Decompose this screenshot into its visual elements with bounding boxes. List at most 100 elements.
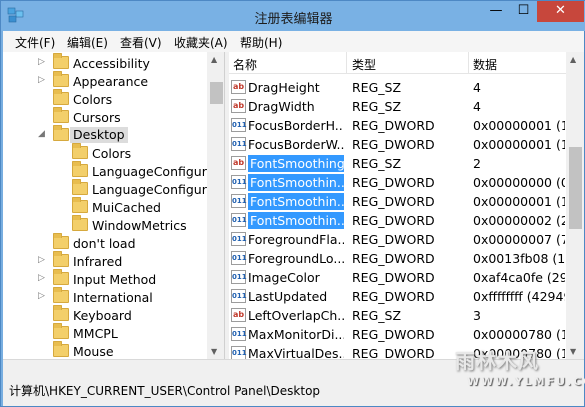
folder-icon	[72, 161, 88, 177]
tree-item[interactable]: don't load	[3, 233, 209, 252]
expand-arrow-icon[interactable]: ▷	[38, 255, 48, 265]
tree-item[interactable]: Mouse	[3, 341, 209, 359]
value-type: REG_DWORD	[352, 232, 435, 247]
tree-item-label: Cursors	[73, 110, 121, 125]
title-bar[interactable]: 注册表编辑器 — ☐ ✕	[1, 1, 585, 31]
folder-icon	[53, 305, 69, 321]
table-row[interactable]: ab FontSmoothing REG_SZ 2	[229, 154, 566, 173]
tree-item[interactable]: Colors	[3, 89, 209, 108]
column-header-name[interactable]: 名称	[233, 56, 257, 73]
tree-item[interactable]: ▷ Accessibility	[3, 53, 209, 72]
collapse-arrow-icon[interactable]: ◢	[38, 129, 48, 139]
column-header-type[interactable]: 类型	[352, 56, 376, 73]
table-row[interactable]: 011 FontSmoothin... REG_DWORD 0x00000000 (0…	[229, 173, 566, 192]
value-data: 3	[473, 308, 481, 323]
list-scrollbar[interactable]: ▲ ▼	[566, 52, 584, 359]
table-row[interactable]: 011 ForegroundLo... REG_DWORD 0x0013fb08 (1…	[229, 249, 566, 268]
tree-item[interactable]: MMCPL	[3, 323, 209, 342]
tree-scroll-thumb[interactable]	[210, 82, 223, 104]
value-name: MaxMonitorDi...	[248, 327, 344, 342]
tree-item[interactable]: ▷ Input Method	[3, 269, 209, 288]
binary-value-icon: 011	[231, 118, 247, 132]
folder-icon	[53, 53, 69, 69]
menu-favorites[interactable]: 收藏夹(A)	[174, 34, 228, 51]
tree-item-label: MuiCached	[92, 200, 161, 215]
tree-item[interactable]: ▷ Infrared	[3, 251, 209, 270]
value-data: 0x0013fb08 (13	[473, 251, 565, 266]
value-data: 0x00000007 (7)	[473, 232, 565, 247]
binary-value-icon: 011	[231, 251, 247, 265]
value-data: 0x00000001 (1)	[473, 118, 565, 133]
binary-value-icon: 011	[231, 289, 247, 303]
tree-item[interactable]: LanguageConfigura	[3, 179, 215, 198]
value-type: REG_DWORD	[352, 289, 435, 304]
menu-file[interactable]: 文件(F)	[15, 34, 55, 51]
menu-edit[interactable]: 编辑(E)	[67, 34, 108, 51]
value-name: LeftOverlapCh...	[248, 308, 344, 323]
table-row[interactable]: 011ImageColor REG_DWORD 0xaf4ca0fe (294	[229, 268, 566, 287]
tree-item[interactable]: Keyboard	[3, 305, 209, 324]
close-button[interactable]: ✕	[537, 1, 584, 22]
binary-value-icon: 011	[231, 346, 247, 359]
value-data: 4	[473, 80, 481, 95]
tree-item[interactable]: MuiCached	[3, 197, 209, 216]
tree-item[interactable]: LanguageConfigura	[3, 161, 215, 180]
expand-arrow-icon[interactable]: ▷	[38, 75, 48, 85]
value-name: ImageColor	[248, 270, 320, 285]
folder-icon	[72, 197, 88, 213]
table-row[interactable]: 011 FocusBorderH... REG_DWORD 0x00000001 (1…	[229, 116, 566, 135]
tree-item-label: MMCPL	[73, 326, 118, 341]
tree-item[interactable]: Colors	[3, 143, 209, 162]
binary-value-icon: 011	[231, 137, 247, 151]
value-data: 0x00000002 (2)	[473, 213, 565, 228]
table-row[interactable]: 011 FontSmoothin... REG_DWORD 0x00000002 (2…	[229, 211, 566, 230]
binary-value-icon: 011	[231, 213, 247, 227]
value-name: FontSmoothing	[248, 155, 344, 172]
key-tree-pane[interactable]: ▷ Accessibility ▷ Appearance Colors Cursors ◢ D…	[3, 52, 225, 359]
column-divider[interactable]	[346, 52, 347, 74]
tree-item-label: Colors	[73, 92, 113, 107]
column-header-data[interactable]: 数据	[473, 56, 497, 73]
value-data: 0x00000001 (1)	[473, 194, 565, 209]
expand-arrow-icon[interactable]: ▷	[38, 291, 48, 301]
value-data: 0xffffffff (42949	[473, 289, 565, 304]
table-row[interactable]: 011 FocusBorderW... REG_DWORD 0x00000001 (1…	[229, 135, 566, 154]
value-type: REG_SZ	[352, 99, 402, 114]
maximize-button[interactable]: ☐	[510, 1, 537, 22]
values-list-pane[interactable]: 名称 类型 数据 ab DragHeight REG_SZ 4 ab DragWidth R…	[229, 52, 584, 359]
folder-icon	[72, 215, 88, 231]
tree-item[interactable]: ◢ Desktop	[3, 125, 209, 144]
tree-item-label: Desktop	[70, 127, 128, 143]
table-row[interactable]: ab LeftOverlapCh... REG_SZ 3	[229, 306, 566, 325]
menu-help[interactable]: 帮助(H)	[240, 34, 282, 51]
table-row[interactable]: 011 ForegroundFla... REG_DWORD 0x00000007 (…	[229, 230, 566, 249]
scroll-down-arrow-icon[interactable]: ▼	[211, 347, 217, 356]
tree-item[interactable]: ▷ Appearance	[3, 71, 209, 90]
table-row[interactable]: ab DragWidth REG_SZ 4	[229, 97, 566, 116]
string-value-icon: ab	[231, 156, 246, 170]
folder-icon	[53, 341, 69, 357]
tree-item-label: Input Method	[73, 272, 157, 287]
tree-item[interactable]: ▷ International	[3, 287, 209, 306]
tree-scrollbar[interactable]: ▲ ▼	[207, 52, 224, 359]
value-name: FocusBorderW...	[248, 137, 344, 152]
expand-arrow-icon[interactable]: ▷	[38, 57, 48, 67]
folder-icon	[53, 89, 69, 105]
regedit-window: 注册表编辑器 — ☐ ✕ 文件(F) 编辑(E) 查看(V) 收藏夹(A) 帮助…	[0, 0, 585, 407]
list-scroll-thumb[interactable]	[569, 147, 582, 229]
scroll-up-arrow-icon[interactable]: ▲	[570, 55, 576, 64]
folder-icon	[53, 233, 69, 249]
scroll-up-arrow-icon[interactable]: ▲	[211, 55, 217, 64]
expand-arrow-icon[interactable]: ▷	[38, 273, 48, 283]
minimize-button[interactable]: —	[482, 1, 510, 22]
tree-item[interactable]: Cursors	[3, 107, 209, 126]
string-value-icon: ab	[231, 308, 246, 322]
folder-icon	[53, 71, 69, 87]
menu-view[interactable]: 查看(V)	[120, 34, 162, 51]
column-divider[interactable]	[468, 52, 469, 74]
value-type: REG_DWORD	[352, 175, 435, 190]
table-row[interactable]: 011 FontSmoothin... REG_DWORD 0x00000001 (1…	[229, 192, 566, 211]
table-row[interactable]: 011 LastUpdated REG_DWORD 0xffffffff (42949	[229, 287, 566, 306]
tree-item[interactable]: WindowMetrics	[3, 215, 209, 234]
table-row[interactable]: ab DragHeight REG_SZ 4	[229, 78, 566, 97]
